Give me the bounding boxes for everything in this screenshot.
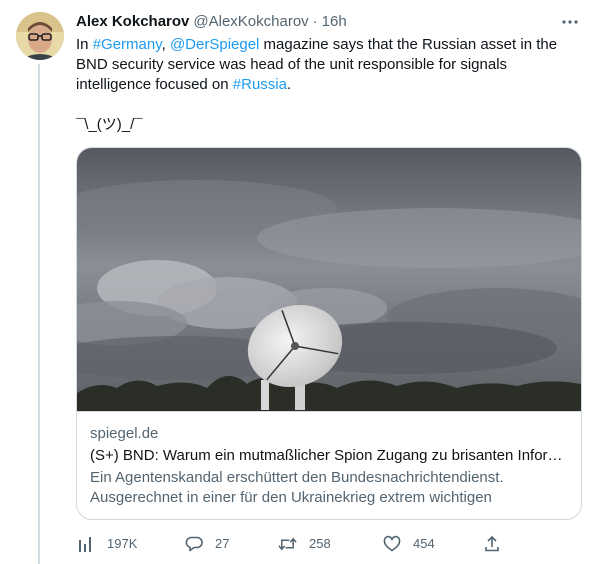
- avatar[interactable]: [16, 12, 64, 60]
- link-card[interactable]: spiegel.de (S+) BND: Warum ein mutmaßlic…: [76, 147, 582, 520]
- text-part: In: [76, 36, 93, 53]
- tweet-actions: 197K 27 258 454: [76, 534, 506, 554]
- heart-icon: [382, 534, 401, 553]
- views-button[interactable]: 197K: [76, 534, 137, 553]
- card-image: [77, 148, 581, 411]
- share-button[interactable]: [482, 534, 513, 553]
- views-count: 197K: [107, 536, 138, 551]
- retweet-count: 258: [309, 536, 331, 551]
- reply-button[interactable]: 27: [184, 534, 229, 553]
- tweet-time[interactable]: 16h: [322, 12, 347, 32]
- card-domain: spiegel.de: [90, 425, 159, 442]
- author-name[interactable]: Alex Kokcharov: [76, 12, 189, 32]
- hashtag-russia[interactable]: #Russia: [233, 76, 287, 93]
- thread-line: [38, 64, 40, 564]
- card-description: Ein Agentenskandal erschüttert den Bunde…: [90, 469, 504, 506]
- shrug-emoticon: ¯\_(ツ)_/¯: [76, 116, 143, 133]
- separator-dot: ·: [312, 13, 318, 30]
- bar-chart-icon: [76, 534, 95, 553]
- author-handle[interactable]: @AlexKokcharov: [193, 12, 308, 32]
- retweet-arrows-icon: [278, 534, 297, 553]
- retweet-button[interactable]: 258: [278, 534, 331, 553]
- text-part: .: [286, 76, 292, 93]
- like-count: 454: [413, 536, 435, 551]
- like-button[interactable]: 454: [382, 534, 435, 553]
- more-horizontal-icon[interactable]: [560, 12, 580, 32]
- speech-bubble-icon: [184, 534, 203, 553]
- tweet-content: Alex Kokcharov @AlexKokcharov · 16h In #…: [76, 12, 586, 520]
- reply-count: 27: [215, 536, 230, 551]
- card-title[interactable]: (S+) BND: Warum ein mutmaßlicher Spion Z…: [90, 446, 568, 466]
- card-body: spiegel.de (S+) BND: Warum ein mutmaßlic…: [77, 411, 581, 519]
- text-part: ,: [161, 36, 170, 53]
- mention-derspiegel[interactable]: @DerSpiegel: [170, 36, 259, 53]
- tweet-text: In #Germany, @DerSpiegel magazine says t…: [76, 35, 576, 95]
- share-upload-icon: [482, 534, 501, 553]
- hashtag-germany[interactable]: #Germany: [93, 36, 162, 53]
- tweet-header: Alex Kokcharov @AlexKokcharov · 16h: [76, 12, 586, 32]
